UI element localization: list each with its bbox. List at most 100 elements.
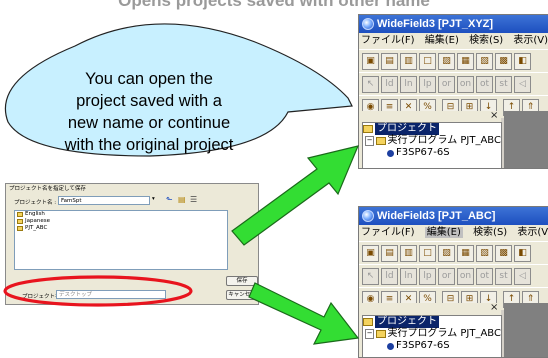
toolbar-2: ↖ ld ln lp or on ot st ◁ bbox=[359, 264, 548, 287]
ldn-icon[interactable]: ln bbox=[400, 75, 417, 93]
titlebar-bottom: WideField3 [PJT_ABC] bbox=[359, 207, 548, 225]
save-button[interactable]: 保存 bbox=[226, 276, 258, 286]
list-item[interactable]: Japanese bbox=[15, 218, 227, 225]
folder-icon bbox=[17, 226, 23, 231]
ldn-icon[interactable]: ln bbox=[400, 267, 417, 285]
folder-icon bbox=[363, 125, 373, 133]
save-as-dialog: プロジェクト名を指定して保存 プロジェクト名 : FamSpt ▾ ⬑ ▤ ☰ … bbox=[5, 183, 259, 305]
menu-view[interactable]: 表示(V) bbox=[513, 35, 548, 46]
save-project-icon[interactable]: ▥ bbox=[400, 52, 417, 70]
location-value: FamSpt bbox=[61, 198, 82, 204]
list-item[interactable]: PJT_ABC bbox=[15, 225, 227, 232]
page-heading: Opens projects saved with other name bbox=[118, 0, 430, 10]
folder-icon bbox=[376, 137, 386, 145]
preview-icon[interactable]: ▩ bbox=[495, 52, 512, 70]
print-icon[interactable]: ▧ bbox=[476, 52, 493, 70]
cancel-button[interactable]: キャンセル bbox=[226, 290, 258, 300]
ld-icon[interactable]: ld bbox=[381, 75, 398, 93]
tree-child-label: 実行プログラム PJT_ABC bbox=[387, 135, 501, 146]
menu-file[interactable]: ファイル(F) bbox=[361, 35, 415, 46]
menubar-bottom: ファイル(F) 編集(E) 検索(S) 表示(V) プロ bbox=[359, 225, 548, 241]
location-combo[interactable]: FamSpt bbox=[58, 196, 150, 205]
collapse-icon[interactable]: − bbox=[365, 329, 375, 339]
select-icon[interactable]: ↖ bbox=[362, 75, 379, 93]
tree-root-label: プロジェクト bbox=[375, 316, 439, 328]
project-name-input[interactable]: デスクトップ bbox=[56, 290, 166, 299]
new-folder-icon[interactable]: ▤ bbox=[178, 195, 186, 204]
cpu-icon bbox=[387, 149, 394, 157]
out-icon[interactable]: ot bbox=[476, 267, 493, 285]
tree-leaf-label: F3SP67-6S bbox=[396, 147, 450, 158]
folder-icon bbox=[17, 219, 23, 224]
toolbar-1: ▣ ▤ ▥ □ ▨ ▦ ▧ ▩ ◧ bbox=[359, 49, 548, 72]
ld-icon[interactable]: ld bbox=[381, 267, 398, 285]
callout-line-2: project saved with a bbox=[76, 92, 222, 110]
save-file-icon[interactable]: ▦ bbox=[457, 244, 474, 262]
ldp-icon[interactable]: lp bbox=[419, 75, 436, 93]
print-icon[interactable]: ▧ bbox=[476, 244, 493, 262]
orn-icon[interactable]: on bbox=[457, 75, 474, 93]
callout-line-1: You can open the bbox=[85, 70, 213, 88]
app-window-bottom: WideField3 [PJT_ABC] ファイル(F) 編集(E) 検索(S)… bbox=[358, 206, 548, 358]
cut-icon[interactable]: ◧ bbox=[514, 244, 531, 262]
collapse-icon[interactable]: − bbox=[365, 136, 375, 146]
set-icon[interactable]: st bbox=[495, 267, 512, 285]
tree-root[interactable]: プロジェクト bbox=[363, 123, 501, 135]
menu-view[interactable]: 表示(V) bbox=[517, 227, 548, 238]
new-project-icon[interactable]: ▣ bbox=[362, 52, 379, 70]
ldp-icon[interactable]: lp bbox=[419, 267, 436, 285]
out-icon[interactable]: ot bbox=[476, 75, 493, 93]
set-icon[interactable]: st bbox=[495, 75, 512, 93]
window-title: WideField3 [PJT_XYZ] bbox=[377, 18, 494, 30]
combo-arrow-icon[interactable]: ▾ bbox=[152, 196, 155, 202]
menu-edit[interactable]: 編集(E) bbox=[425, 35, 459, 46]
tree-child[interactable]: − 実行プログラム PJT_ABC bbox=[363, 135, 501, 147]
up-folder-icon[interactable]: ⬑ bbox=[166, 195, 173, 204]
callout-line-4: with the original project bbox=[64, 136, 234, 154]
cut-icon[interactable]: ◧ bbox=[514, 52, 531, 70]
menu-search[interactable]: 検索(S) bbox=[469, 35, 503, 46]
folder-list[interactable]: English Japanese PJT_ABC bbox=[14, 210, 228, 270]
view-menu-icon[interactable]: ☰ bbox=[190, 195, 197, 204]
save-project-icon[interactable]: ▥ bbox=[400, 244, 417, 262]
name-label: プロジェクト名 bbox=[22, 294, 61, 300]
toolbar-2: ↖ ld ln lp or on ot st ◁ bbox=[359, 72, 548, 95]
tree-child-label: 実行プログラム PJT_ABC bbox=[387, 328, 501, 339]
select-icon[interactable]: ↖ bbox=[362, 267, 379, 285]
window-title: WideField3 [PJT_ABC] bbox=[377, 210, 496, 222]
menu-edit[interactable]: 編集(E) bbox=[424, 227, 463, 238]
open-project-icon[interactable]: ▤ bbox=[381, 244, 398, 262]
more-icon[interactable]: ◁ bbox=[514, 75, 531, 93]
project-tree: プロジェクト − 実行プログラム PJT_ABC F3SP67-6S bbox=[362, 315, 502, 357]
project-name-value: デスクトップ bbox=[59, 292, 93, 298]
callout-text: You can open the project saved with a ne… bbox=[34, 68, 264, 156]
app-icon bbox=[362, 210, 374, 222]
or-icon[interactable]: or bbox=[438, 75, 455, 93]
new-project-icon[interactable]: ▣ bbox=[362, 244, 379, 262]
preview-icon[interactable]: ▩ bbox=[495, 244, 512, 262]
list-item[interactable]: English bbox=[15, 211, 227, 218]
tree-root-label: プロジェクト bbox=[375, 123, 439, 135]
open-file-icon[interactable]: ▨ bbox=[438, 52, 455, 70]
save-file-icon[interactable]: ▦ bbox=[457, 52, 474, 70]
open-project-icon[interactable]: ▤ bbox=[381, 52, 398, 70]
close-icon[interactable]: × bbox=[490, 110, 498, 121]
or-icon[interactable]: or bbox=[438, 267, 455, 285]
open-file-icon[interactable]: ▨ bbox=[438, 244, 455, 262]
folder-icon bbox=[363, 318, 373, 326]
tree-root[interactable]: プロジェクト bbox=[363, 316, 501, 328]
new-file-icon[interactable]: □ bbox=[419, 244, 436, 262]
app-icon bbox=[362, 18, 374, 30]
menu-file[interactable]: ファイル(F) bbox=[361, 227, 415, 238]
new-file-icon[interactable]: □ bbox=[419, 52, 436, 70]
tree-leaf[interactable]: F3SP67-6S bbox=[363, 147, 501, 159]
close-icon[interactable]: × bbox=[490, 302, 498, 313]
orn-icon[interactable]: on bbox=[457, 267, 474, 285]
menu-search[interactable]: 検索(S) bbox=[473, 227, 507, 238]
app-window-top: WideField3 [PJT_XYZ] ファイル(F) 編集(E) 検索(S)… bbox=[358, 14, 548, 169]
project-tree: プロジェクト − 実行プログラム PJT_ABC F3SP67-6S bbox=[362, 122, 502, 168]
tree-leaf[interactable]: F3SP67-6S bbox=[363, 340, 501, 352]
tree-child[interactable]: − 実行プログラム PJT_ABC bbox=[363, 328, 501, 340]
more-icon[interactable]: ◁ bbox=[514, 267, 531, 285]
folder-icon bbox=[17, 212, 23, 217]
